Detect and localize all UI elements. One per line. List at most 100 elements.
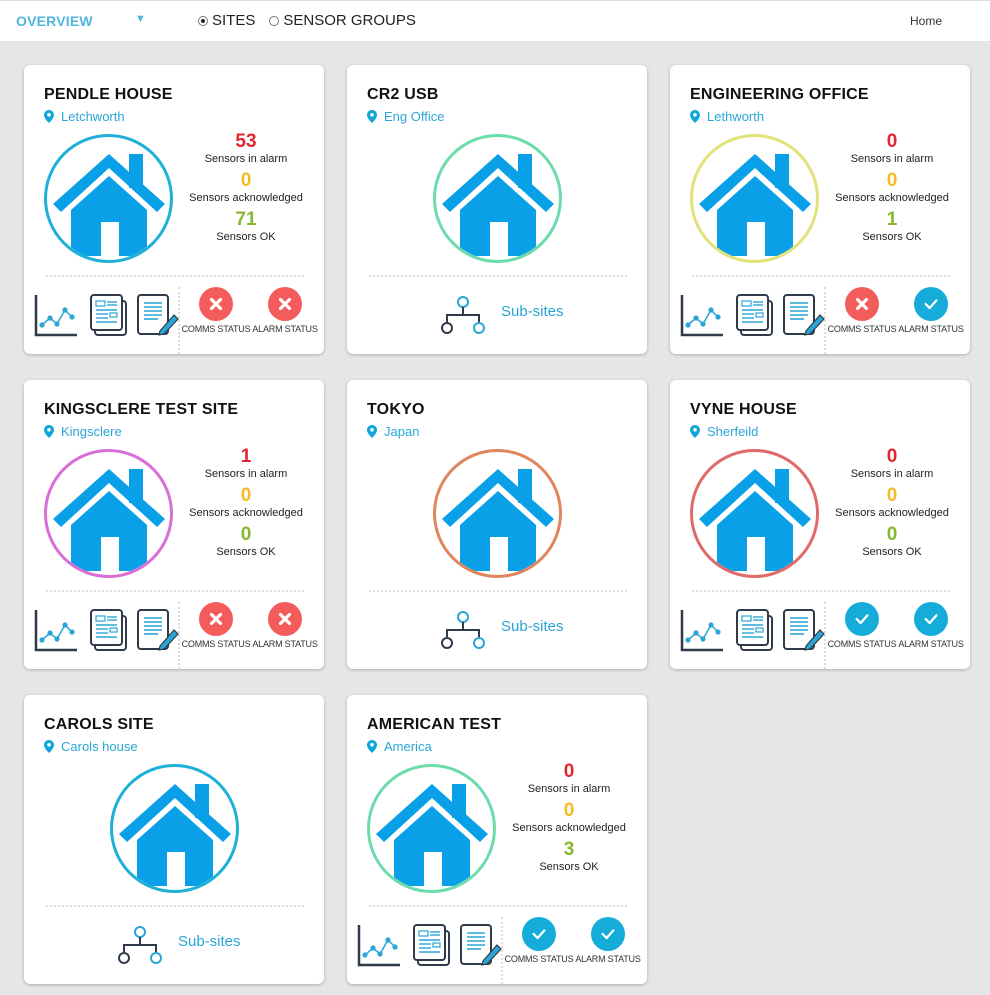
notes-edit-icon[interactable]: [459, 923, 503, 967]
sub-sites-link[interactable]: Sub-sites: [439, 295, 564, 339]
alarm-status[interactable]: ALARM STATUS: [249, 602, 321, 649]
radio-sensor-groups-indicator[interactable]: [269, 15, 280, 26]
site-house-ring[interactable]: [690, 449, 819, 578]
sensors-alarm-count[interactable]: 0: [507, 761, 631, 783]
site-card[interactable]: CR2 USB Eng Office Sub-sites: [347, 65, 647, 354]
site-card[interactable]: CAROLS SITE Carols house Sub-sites: [24, 695, 324, 984]
site-card[interactable]: VYNE HOUSE Sherfeild 0 Sensors in alarm …: [670, 380, 970, 669]
notes-edit-icon[interactable]: [782, 293, 826, 337]
chart-icon[interactable]: [680, 608, 724, 652]
site-location-label: Lethworth: [707, 109, 765, 124]
site-name[interactable]: CR2 USB: [367, 86, 439, 104]
reports-icon[interactable]: [733, 608, 777, 652]
site-location[interactable]: Japan: [367, 424, 419, 439]
site-house-ring[interactable]: [367, 764, 496, 893]
site-card[interactable]: ENGINEERING OFFICE Lethworth 0 Sensors i…: [670, 65, 970, 354]
sub-sites-label: Sub-sites: [501, 617, 564, 635]
x-icon: [845, 287, 879, 321]
sensors-acknowledged-count[interactable]: 0: [184, 170, 308, 192]
site-location[interactable]: Lethworth: [690, 109, 764, 124]
site-card[interactable]: AMERICAN TEST America 0 Sensors in alarm…: [347, 695, 647, 984]
notes-edit-icon[interactable]: [136, 608, 180, 652]
site-location[interactable]: America: [367, 739, 432, 754]
alarm-status-label: ALARM STATUS: [575, 954, 641, 964]
radio-sites-label: SITES: [212, 12, 256, 29]
notes-edit-icon[interactable]: [136, 293, 180, 337]
site-card[interactable]: PENDLE HOUSE Letchworth 53 Sensors in al…: [24, 65, 324, 354]
site-location[interactable]: Kingsclere: [44, 424, 122, 439]
x-icon: [199, 287, 233, 321]
overview-menu[interactable]: OVERVIEW: [16, 13, 93, 29]
radio-sites[interactable]: SITES: [198, 12, 255, 29]
alarm-status[interactable]: ALARM STATUS: [249, 287, 321, 334]
site-house-ring[interactable]: [44, 134, 173, 263]
sensors-ok-count[interactable]: 0: [184, 524, 308, 546]
chart-icon[interactable]: [34, 608, 78, 652]
site-name[interactable]: AMERICAN TEST: [367, 716, 501, 734]
site-card[interactable]: KINGSCLERE TEST SITE Kingsclere 1 Sensor…: [24, 380, 324, 669]
house-icon: [698, 468, 811, 571]
alarm-status[interactable]: ALARM STATUS: [895, 602, 967, 649]
site-name[interactable]: ENGINEERING OFFICE: [690, 86, 869, 104]
comms-status[interactable]: COMMS STATUS: [503, 917, 575, 964]
site-house-ring[interactable]: [433, 134, 562, 263]
sensors-alarm-count[interactable]: 0: [830, 131, 954, 153]
site-card[interactable]: TOKYO Japan Sub-sites: [347, 380, 647, 669]
comms-status[interactable]: COMMS STATUS: [180, 287, 252, 334]
chart-icon[interactable]: [357, 923, 401, 967]
alarm-status[interactable]: ALARM STATUS: [572, 917, 644, 964]
site-location[interactable]: Eng Office: [367, 109, 444, 124]
check-icon: [522, 917, 556, 951]
comms-status[interactable]: COMMS STATUS: [180, 602, 252, 649]
house-icon: [52, 153, 165, 256]
radio-sites-indicator[interactable]: [198, 15, 208, 26]
alarm-status[interactable]: ALARM STATUS: [895, 287, 967, 334]
site-house-ring[interactable]: [44, 449, 173, 578]
reports-icon[interactable]: [733, 293, 777, 337]
notes-edit-icon[interactable]: [782, 608, 826, 652]
site-name[interactable]: KINGSCLERE TEST SITE: [44, 401, 238, 419]
chart-icon[interactable]: [680, 293, 724, 337]
sensors-ok-count[interactable]: 0: [830, 524, 954, 546]
site-name[interactable]: VYNE HOUSE: [690, 401, 797, 419]
divider: [369, 905, 627, 907]
reports-icon[interactable]: [87, 608, 131, 652]
sensors-ok-count[interactable]: 71: [184, 209, 308, 231]
comms-status[interactable]: COMMS STATUS: [826, 602, 898, 649]
sensors-alarm-count[interactable]: 1: [184, 446, 308, 468]
sensor-stats: 0 Sensors in alarm 0 Sensors acknowledge…: [830, 446, 954, 563]
sensors-acknowledged-count[interactable]: 0: [830, 485, 954, 507]
sub-sites-link[interactable]: Sub-sites: [439, 610, 564, 654]
home-link[interactable]: Home: [910, 14, 942, 28]
site-location-label: Kingsclere: [61, 424, 122, 439]
site-house-ring[interactable]: [433, 449, 562, 578]
radio-sensor-groups[interactable]: SENSOR GROUPS: [269, 12, 416, 29]
reports-icon[interactable]: [87, 293, 131, 337]
sensors-acknowledged-count[interactable]: 0: [184, 485, 308, 507]
site-location-label: Sherfeild: [707, 424, 759, 439]
sensors-ok-count[interactable]: 1: [830, 209, 954, 231]
divider: [46, 590, 304, 592]
chart-icon[interactable]: [34, 293, 78, 337]
sensors-ok-count[interactable]: 3: [507, 839, 631, 861]
sensors-acknowledged-count[interactable]: 0: [830, 170, 954, 192]
sensors-alarm-count[interactable]: 0: [830, 446, 954, 468]
caret-down-icon[interactable]: ▼: [135, 13, 146, 25]
sensors-acknowledged-count[interactable]: 0: [507, 800, 631, 822]
site-house-ring[interactable]: [690, 134, 819, 263]
site-location-label: America: [384, 739, 432, 754]
sub-sites-link[interactable]: Sub-sites: [116, 925, 241, 969]
site-name[interactable]: PENDLE HOUSE: [44, 86, 173, 104]
site-name[interactable]: CAROLS SITE: [44, 716, 154, 734]
site-location[interactable]: Letchworth: [44, 109, 125, 124]
comms-status[interactable]: COMMS STATUS: [826, 287, 898, 334]
site-location[interactable]: Carols house: [44, 739, 138, 754]
check-icon: [914, 287, 948, 321]
top-bar: OVERVIEW ▼ SITES SENSOR GROUPS Home: [0, 0, 990, 41]
check-icon: [845, 602, 879, 636]
site-location[interactable]: Sherfeild: [690, 424, 758, 439]
site-name[interactable]: TOKYO: [367, 401, 425, 419]
reports-icon[interactable]: [410, 923, 454, 967]
sensors-alarm-count[interactable]: 53: [184, 131, 308, 153]
site-house-ring[interactable]: [110, 764, 239, 893]
